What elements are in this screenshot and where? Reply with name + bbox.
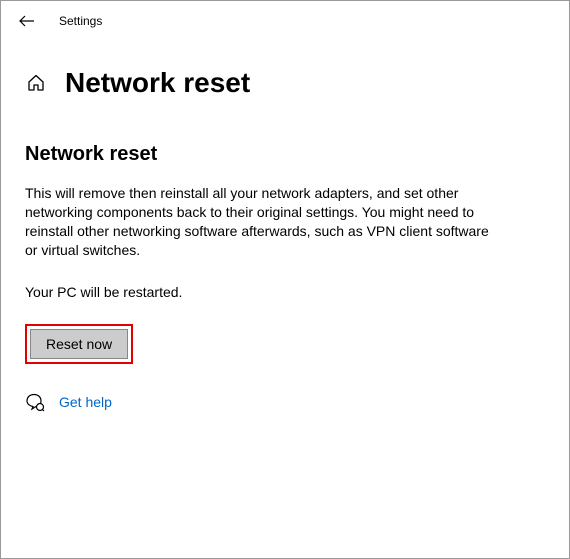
get-help-link[interactable]: Get help [59, 394, 112, 410]
app-title: Settings [59, 14, 102, 28]
home-button[interactable] [25, 72, 47, 94]
section-title: Network reset [25, 143, 545, 166]
back-arrow-icon [18, 12, 36, 30]
get-help-icon [25, 392, 45, 412]
page-header: Network reset [1, 67, 569, 99]
content-area: Network reset This will remove then rein… [1, 99, 569, 412]
reset-button-highlight: Reset now [25, 324, 133, 364]
back-button[interactable] [13, 7, 41, 35]
titlebar: Settings [1, 1, 569, 41]
help-row: Get help [25, 392, 545, 412]
restart-note: Your PC will be restarted. [25, 284, 545, 300]
description-text: This will remove then reinstall all your… [25, 184, 505, 260]
home-icon [26, 73, 46, 93]
page-title: Network reset [65, 67, 250, 99]
reset-now-button[interactable]: Reset now [30, 329, 128, 359]
